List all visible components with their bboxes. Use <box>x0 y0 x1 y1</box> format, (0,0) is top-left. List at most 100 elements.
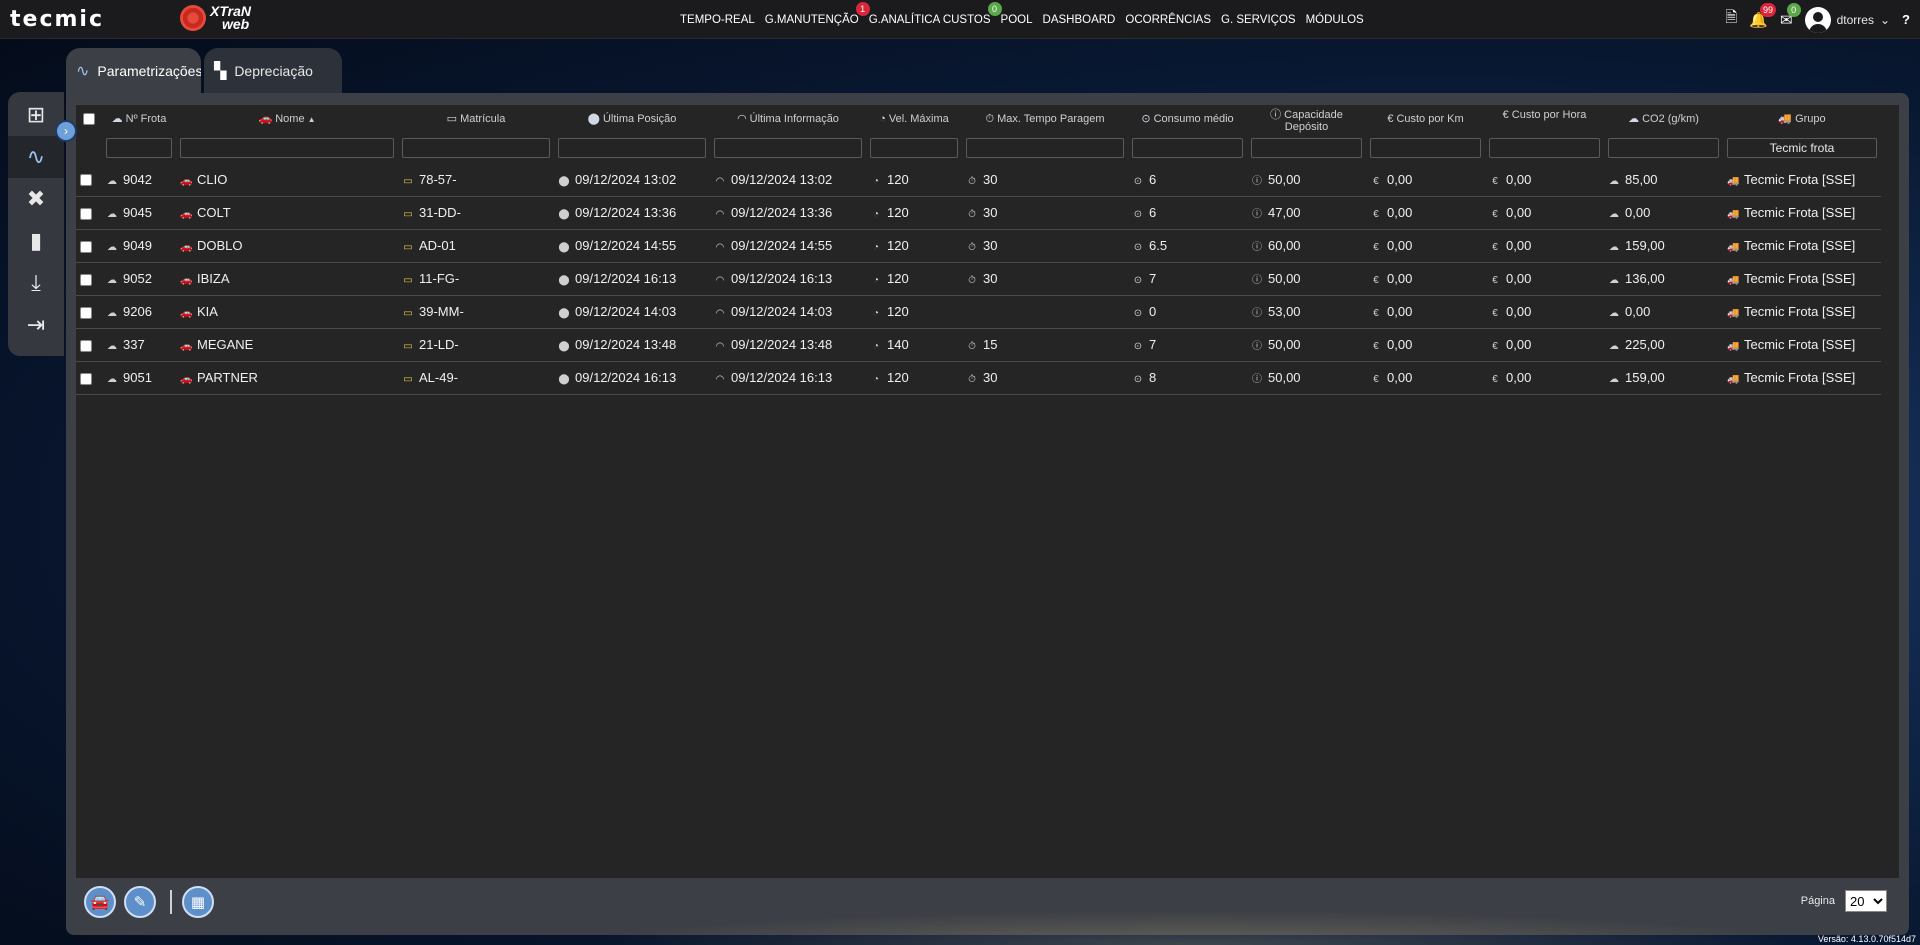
column-filter-input[interactable] <box>558 138 706 158</box>
nav-item-3[interactable]: POOL <box>1001 14 1033 26</box>
table-row[interactable]: ☁ 9052 🚗 IBIZA ▭ 11-FG- ⬤ 09/12/2024 16:13 ◠ 09/1… <box>76 262 1881 296</box>
nav-item-4[interactable]: DASHBOARD <box>1043 14 1116 26</box>
row-checkbox[interactable] <box>80 372 92 385</box>
column-filter-input[interactable] <box>106 138 172 158</box>
sidebar-expand-button[interactable]: › <box>55 120 77 142</box>
document-icon[interactable]: 🗎 <box>1725 7 1737 32</box>
avatar-icon <box>1804 6 1831 33</box>
column-filter-input[interactable] <box>402 138 550 158</box>
select-all-checkbox[interactable] <box>83 113 95 126</box>
cell-tempo_paragem: ⏱ 30 <box>962 163 1128 197</box>
cell-custo_hora: €0,00 <box>1485 361 1604 395</box>
row-checkbox[interactable] <box>80 174 92 187</box>
capacidade-icon: ⓘ <box>1252 175 1262 187</box>
add-vehicle-button[interactable]: 🚘 <box>84 886 116 918</box>
table-row[interactable]: ☁ 337 🚗 MEGANE ▭ 21-LD- ⬤ 09/12/2024 13:48 ◠ 09/1… <box>76 328 1881 362</box>
vel_max-icon: ◔ <box>872 242 880 253</box>
ultima_posicao-icon: ⬤ <box>558 209 570 220</box>
column-header[interactable]: € Custo por Km <box>1366 105 1485 133</box>
capacidade-icon: ⓘ <box>1252 341 1262 352</box>
row-checkbox[interactable] <box>80 207 92 220</box>
column-icon: ⊙ <box>1141 113 1151 125</box>
cell-vel_max: ◔ 120 <box>866 229 962 263</box>
row-checkbox[interactable] <box>80 240 92 253</box>
column-header[interactable]: ⏱ Max. Tempo Paragem <box>962 105 1128 133</box>
row-checkbox[interactable] <box>80 339 92 352</box>
sidebar-item-document[interactable]: ▮ <box>8 220 64 262</box>
user-menu[interactable]: dtorres ⌄ <box>1804 6 1890 33</box>
sidebar-item-tools[interactable]: ✖ <box>8 178 64 220</box>
sidebar-item-import[interactable]: ⤓ <box>8 262 64 304</box>
ultima_posicao-icon: ⬤ <box>558 341 570 352</box>
column-header[interactable]: ◔ Vel. Máxima <box>866 105 962 133</box>
tecmic-logo[interactable]: tecmic <box>10 9 104 31</box>
column-header[interactable]: 🚗 Nome ▲ <box>176 105 398 133</box>
column-filter-input[interactable] <box>870 138 958 158</box>
consumo-icon: ⊙ <box>1133 308 1143 319</box>
column-filter-input[interactable] <box>966 138 1124 158</box>
table-row[interactable]: ☁ 9206 🚗 KIA ▭ 39-MM- ⬤ 09/12/2024 14:03 ◠ 09/12/… <box>76 295 1881 329</box>
grupo-icon: 🚚 <box>1727 175 1740 187</box>
custo_hora-icon: € <box>1492 209 1498 220</box>
cell-grupo: 🚚 Tecmic Frota [SSE] <box>1723 328 1881 362</box>
notifications-badge: 99 <box>1760 2 1777 17</box>
table-row[interactable]: ☁ 9042 🚗 CLIO ▭ 78-57- ⬤ 09/12/2024 13:02 ◠ 09/12… <box>76 163 1881 197</box>
sidebar-item-parametrizacoes[interactable]: ∿ <box>8 136 64 178</box>
table-row[interactable]: ☁ 9045 🚗 COLT ▭ 31-DD- ⬤ 09/12/2024 13:36 ◠ 09/12… <box>76 196 1881 230</box>
tab-parametrizacoes[interactable]: ∿ Parametrizações <box>66 48 201 93</box>
vel_max-icon: ◔ <box>872 374 880 385</box>
nav-item-5[interactable]: OCORRÊNCIAS <box>1125 14 1211 26</box>
cell-nome: 🚗 CLIO <box>176 163 398 197</box>
ultima_posicao-icon: ⬤ <box>558 242 570 253</box>
column-filter-input[interactable] <box>1608 138 1719 158</box>
column-header[interactable]: ⊙ Consumo médio <box>1128 105 1247 133</box>
column-header[interactable]: ☁ CO2 (g/km) <box>1604 105 1723 133</box>
cell-frota: ☁ 9045 <box>102 196 176 230</box>
top-tools: 🗎 🔔 99 ✉ 0 dtorres ⌄ ? <box>1725 0 1910 39</box>
column-filter-input[interactable] <box>1132 138 1243 158</box>
consumo-icon: ⊙ <box>1133 374 1143 385</box>
sort-icon[interactable]: ▲ <box>308 115 316 124</box>
cell-matricula: ▭ AL-49- <box>398 361 554 395</box>
help-icon[interactable]: ? <box>1902 12 1910 27</box>
column-header[interactable]: 🚚 Grupo <box>1723 105 1881 133</box>
table-row[interactable]: ☁ 9051 🚗 PARTNER ▭ AL-49- ⬤ 09/12/2024 16:13 ◠ 09… <box>76 361 1881 395</box>
capacidade-icon: ⓘ <box>1252 275 1262 286</box>
grupo-icon: 🚚 <box>1727 275 1740 286</box>
calendar-schedule-button[interactable]: ▦ <box>182 886 214 918</box>
column-header[interactable]: ◠ Última Informação <box>710 105 866 133</box>
nav-item-0[interactable]: TEMPO-REAL <box>680 14 755 26</box>
column-header[interactable]: ⓘ Capacidade Depósito <box>1247 105 1366 133</box>
xtran-web-logo[interactable]: XTraN web <box>180 4 251 31</box>
page-size-select[interactable]: 102050100 <box>1845 890 1887 912</box>
cell-vel_max: ◔ 140 <box>866 328 962 362</box>
column-filter-input[interactable] <box>714 138 862 158</box>
cell-custo_km: €0,00 <box>1366 361 1485 395</box>
column-header[interactable]: € Custo por Hora <box>1485 105 1604 133</box>
nav-item-1[interactable]: G.MANUTENÇÃO 1 <box>765 1 870 26</box>
nav-item-6[interactable]: G. SERVIÇOS <box>1221 14 1296 26</box>
column-header[interactable]: ▭ Matrícula <box>398 105 554 133</box>
sidebar-item-export[interactable]: ⇥ <box>8 304 64 346</box>
messages-envelope-icon[interactable]: ✉ 0 <box>1780 2 1801 29</box>
nome-icon: 🚗 <box>180 209 193 220</box>
cell-grupo: 🚚 Tecmic Frota [SSE] <box>1723 196 1881 230</box>
nav-item-7[interactable]: MÓDULOS <box>1306 14 1364 26</box>
cell-ultima_posicao: ⬤ 09/12/2024 13:48 <box>554 328 710 362</box>
column-filter-input[interactable] <box>1727 138 1877 158</box>
column-filter-input[interactable] <box>1251 138 1362 158</box>
notifications-bell-icon[interactable]: 🔔 99 <box>1749 2 1777 29</box>
cell-custo_km: €0,00 <box>1366 229 1485 263</box>
column-filter-input[interactable] <box>1489 138 1600 158</box>
column-filter-input[interactable] <box>1370 138 1481 158</box>
column-header[interactable]: ⬤ Última Posição <box>554 105 710 133</box>
wave-icon: ∿ <box>76 62 90 80</box>
edit-button[interactable]: ✎ <box>124 886 156 918</box>
nav-item-2[interactable]: G.ANALÍTICA CUSTOS 0 <box>869 1 1002 26</box>
column-filter-input[interactable] <box>180 138 394 158</box>
tab-depreciacao[interactable]: ▚ Depreciação <box>204 48 342 93</box>
table-row[interactable]: ☁ 9049 🚗 DOBLO ▭ AD-01 ⬤ 09/12/2024 14:55 ◠ 09/12… <box>76 229 1881 263</box>
row-checkbox[interactable] <box>80 306 92 319</box>
row-checkbox[interactable] <box>80 273 92 286</box>
column-header[interactable]: ☁ Nº Frota <box>102 105 176 133</box>
